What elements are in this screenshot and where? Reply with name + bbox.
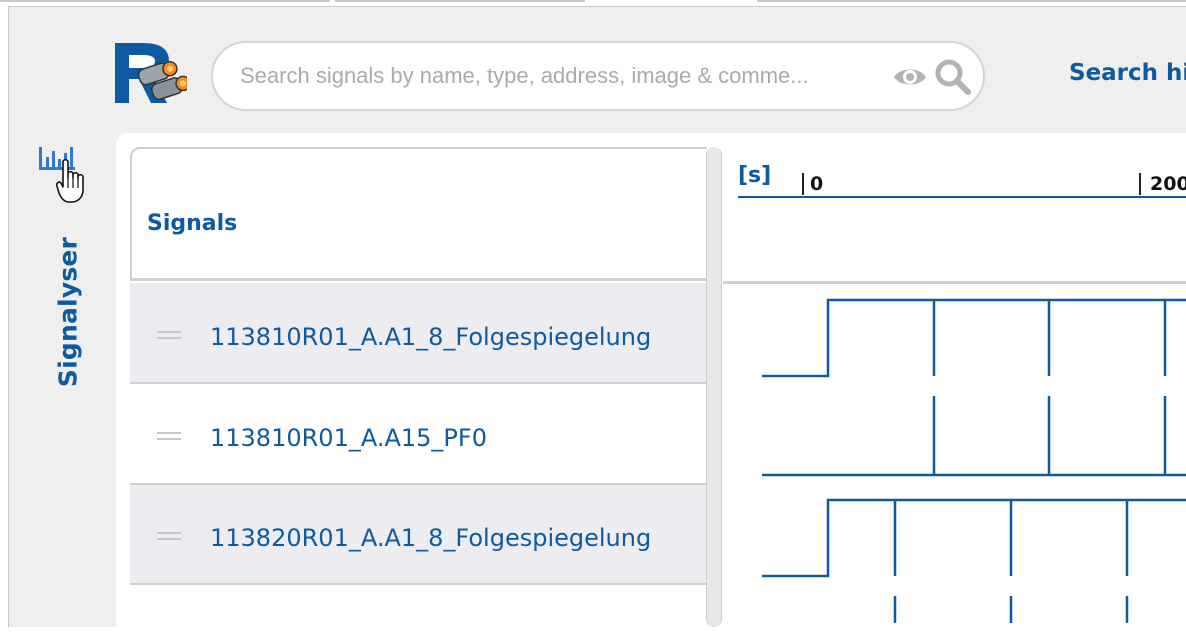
eye-icon[interactable] <box>892 62 928 92</box>
signal-name[interactable]: 113810R01_A.A1_8_Folgespiegelung <box>210 323 651 351</box>
browser-tab-edge <box>757 0 1186 2</box>
signal-row[interactable]: 113810R01_A.A1_8_Folgespiegelung <box>130 283 707 384</box>
time-tick-label: 0 <box>810 173 824 195</box>
signal-waveforms <box>762 298 1186 623</box>
search-history-link[interactable]: Search hi <box>1069 60 1186 86</box>
signal-row[interactable] <box>130 585 707 625</box>
timeline-header <box>723 147 1186 284</box>
magnifier-icon[interactable] <box>934 58 972 96</box>
waveform-signal-1 <box>762 298 1186 378</box>
drag-handle-icon[interactable] <box>157 532 181 540</box>
signal-row[interactable]: 113810R01_A.A15_PF0 <box>130 384 707 485</box>
drag-handle-icon[interactable] <box>157 331 181 339</box>
signals-header-title: Signals <box>147 211 238 236</box>
search-input[interactable] <box>240 59 895 93</box>
pointer-hand-icon <box>56 158 84 203</box>
time-tick-label: 200 <box>1150 173 1186 195</box>
browser-tab-edge <box>0 0 330 2</box>
time-axis-tick <box>1139 173 1141 195</box>
time-axis-tick <box>802 173 804 195</box>
waveform-signal-3 <box>762 498 1186 578</box>
signal-row[interactable]: 113820R01_A.A1_8_Folgespiegelung <box>130 485 707 585</box>
browser-tab-edge <box>335 0 585 2</box>
app-name-vertical: Signalyser <box>53 236 83 388</box>
signal-name[interactable]: 113810R01_A.A15_PF0 <box>210 424 487 452</box>
column-resizer[interactable] <box>706 147 722 627</box>
time-axis <box>738 196 1186 198</box>
signal-name[interactable]: 113820R01_A.A1_8_Folgespiegelung <box>210 524 651 552</box>
time-unit-label: [s] <box>738 163 772 188</box>
binoculars-logo <box>115 43 187 103</box>
drag-handle-icon[interactable] <box>157 432 181 440</box>
